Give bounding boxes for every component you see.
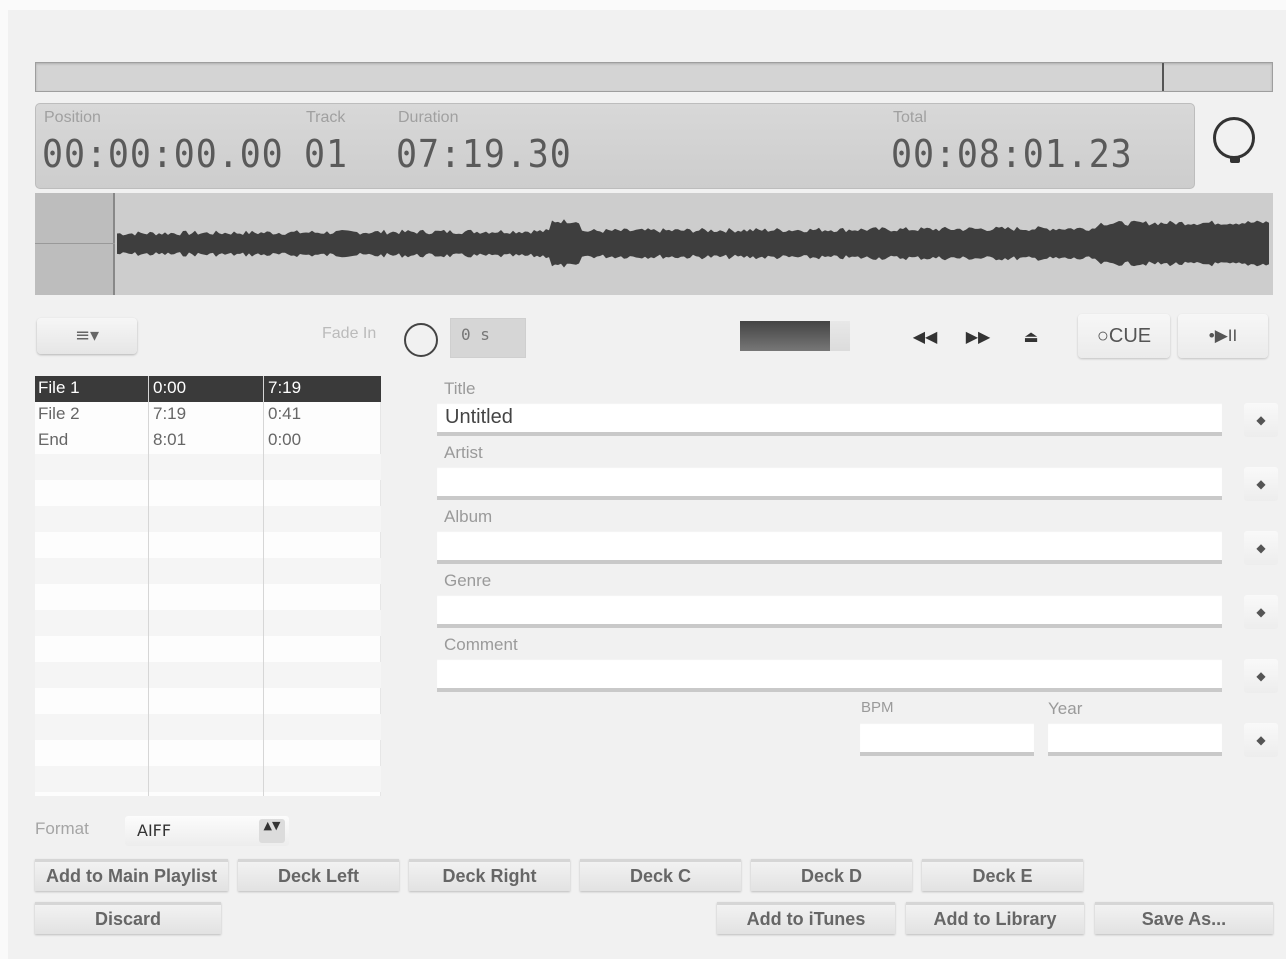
level-meter-fill	[740, 321, 830, 351]
fast-forward-button[interactable]: ▶▶	[956, 322, 1000, 352]
bpm-field[interactable]	[860, 723, 1034, 756]
add-to-library-button[interactable]: Add to Library	[906, 902, 1084, 934]
file-list-cell-name: File 2	[38, 404, 80, 423]
file-list-row[interactable]: File 2 7:19 0:41	[35, 402, 381, 428]
year-field[interactable]	[1048, 723, 1222, 756]
deck-c-button[interactable]: Deck C	[580, 859, 741, 891]
file-list-empty-row[interactable]	[35, 714, 381, 740]
title-label: Title	[444, 379, 476, 398]
add-to-main-playlist-button[interactable]: Add to Main Playlist	[35, 859, 228, 891]
file-list-empty-row[interactable]	[35, 532, 381, 558]
album-label: Album	[444, 507, 493, 526]
play-pause-button[interactable]: •▶II	[1178, 314, 1268, 358]
format-value: AIFF	[137, 821, 172, 840]
bpm-year-apply-arrow-icon[interactable]: ◆	[1244, 723, 1278, 757]
artist-field[interactable]	[437, 467, 1222, 500]
file-list-cell-length: 7:19	[268, 378, 302, 397]
track-value: 01	[304, 132, 348, 176]
column-divider	[148, 376, 149, 796]
playback-progress-bar[interactable]	[35, 62, 1273, 92]
file-list-empty-row[interactable]	[35, 688, 381, 714]
file-list-cell-start: 7:19	[153, 404, 187, 423]
waveform-view[interactable]	[35, 193, 1273, 295]
file-list-empty-row[interactable]	[35, 558, 381, 584]
track-label: Track	[306, 109, 346, 126]
album-apply-arrow-icon[interactable]: ◆	[1244, 531, 1278, 565]
file-list-row[interactable]: File 1 0:00 7:19	[35, 376, 381, 402]
rewind-button[interactable]: ◀◀	[903, 322, 947, 352]
bpm-label: BPM	[861, 699, 894, 716]
deck-right-button[interactable]: Deck Right	[409, 859, 570, 891]
stepper-icon: ▲▼	[259, 819, 285, 843]
save-as-button[interactable]: Save As...	[1095, 902, 1273, 934]
waveform-icon	[117, 219, 1269, 268]
file-list-empty-row[interactable]	[35, 662, 381, 688]
file-list-row[interactable]: End 8:01 0:00	[35, 428, 381, 454]
total-value: 00:08:01.23	[891, 132, 1133, 176]
genre-apply-arrow-icon[interactable]: ◆	[1244, 595, 1278, 629]
position-value: 00:00:00.00	[42, 132, 284, 176]
comment-label: Comment	[444, 635, 518, 654]
file-list-empty-row[interactable]	[35, 610, 381, 636]
artist-label: Artist	[444, 443, 483, 462]
comment-apply-arrow-icon[interactable]: ◆	[1244, 659, 1278, 693]
cue-button[interactable]: ○CUE	[1078, 314, 1170, 358]
deck-e-button[interactable]: Deck E	[922, 859, 1083, 891]
file-list-cell-name: End	[38, 430, 69, 449]
deck-left-button[interactable]: Deck Left	[238, 859, 399, 891]
add-to-itunes-button[interactable]: Add to iTunes	[717, 902, 895, 934]
level-meter	[740, 321, 850, 351]
title-apply-arrow-icon[interactable]: ◆	[1244, 403, 1278, 437]
playhead-marker[interactable]	[1162, 63, 1164, 91]
file-list-cell-name: File 1	[38, 378, 80, 397]
format-select[interactable]: AIFF ▲▼	[125, 816, 289, 846]
title-field[interactable]: Untitled	[437, 403, 1222, 436]
fade-in-label: Fade In	[322, 325, 377, 342]
genre-label: Genre	[444, 571, 492, 590]
file-list-empty-row[interactable]	[35, 740, 381, 766]
file-list-empty-row[interactable]	[35, 454, 381, 480]
format-label: Format	[35, 819, 89, 838]
file-list-empty-row[interactable]	[35, 584, 381, 610]
file-list[interactable]: File 1 0:00 7:19 File 2 7:19 0:41 End 8:01 0:00	[35, 376, 381, 796]
file-list-cell-length: 0:00	[268, 430, 302, 449]
genre-field[interactable]	[437, 595, 1222, 628]
record-knob-icon[interactable]	[1213, 117, 1255, 163]
waveform-shape	[117, 219, 1269, 268]
fade-in-knob-icon[interactable]	[404, 323, 438, 357]
comment-field[interactable]	[437, 659, 1222, 692]
file-list-cell-start: 8:01	[153, 430, 187, 449]
file-list-cell-start: 0:00	[153, 378, 187, 397]
fade-in-value[interactable]: 0 s	[450, 318, 526, 358]
list-menu-icon: ≡▾	[74, 325, 100, 346]
file-list-empty-row[interactable]	[35, 480, 381, 506]
eject-button[interactable]: ⏏	[1009, 322, 1053, 352]
column-divider	[263, 376, 264, 796]
year-label: Year	[1048, 699, 1083, 718]
duration-label: Duration	[398, 109, 459, 126]
list-menu-button[interactable]: ≡▾	[37, 318, 137, 354]
discard-button[interactable]: Discard	[35, 902, 221, 934]
file-list-empty-row[interactable]	[35, 636, 381, 662]
file-list-cell-length: 0:41	[268, 404, 302, 423]
file-list-empty-row[interactable]	[35, 766, 381, 792]
time-display: Position 00:00:00.00 Track 01 Duration 0…	[35, 103, 1195, 189]
deck-d-button[interactable]: Deck D	[751, 859, 912, 891]
position-label: Position	[44, 109, 101, 126]
album-field[interactable]	[437, 531, 1222, 564]
file-list-empty-row[interactable]	[35, 506, 381, 532]
total-label: Total	[893, 109, 927, 126]
artist-apply-arrow-icon[interactable]: ◆	[1244, 467, 1278, 501]
duration-value: 07:19.30	[396, 132, 572, 176]
